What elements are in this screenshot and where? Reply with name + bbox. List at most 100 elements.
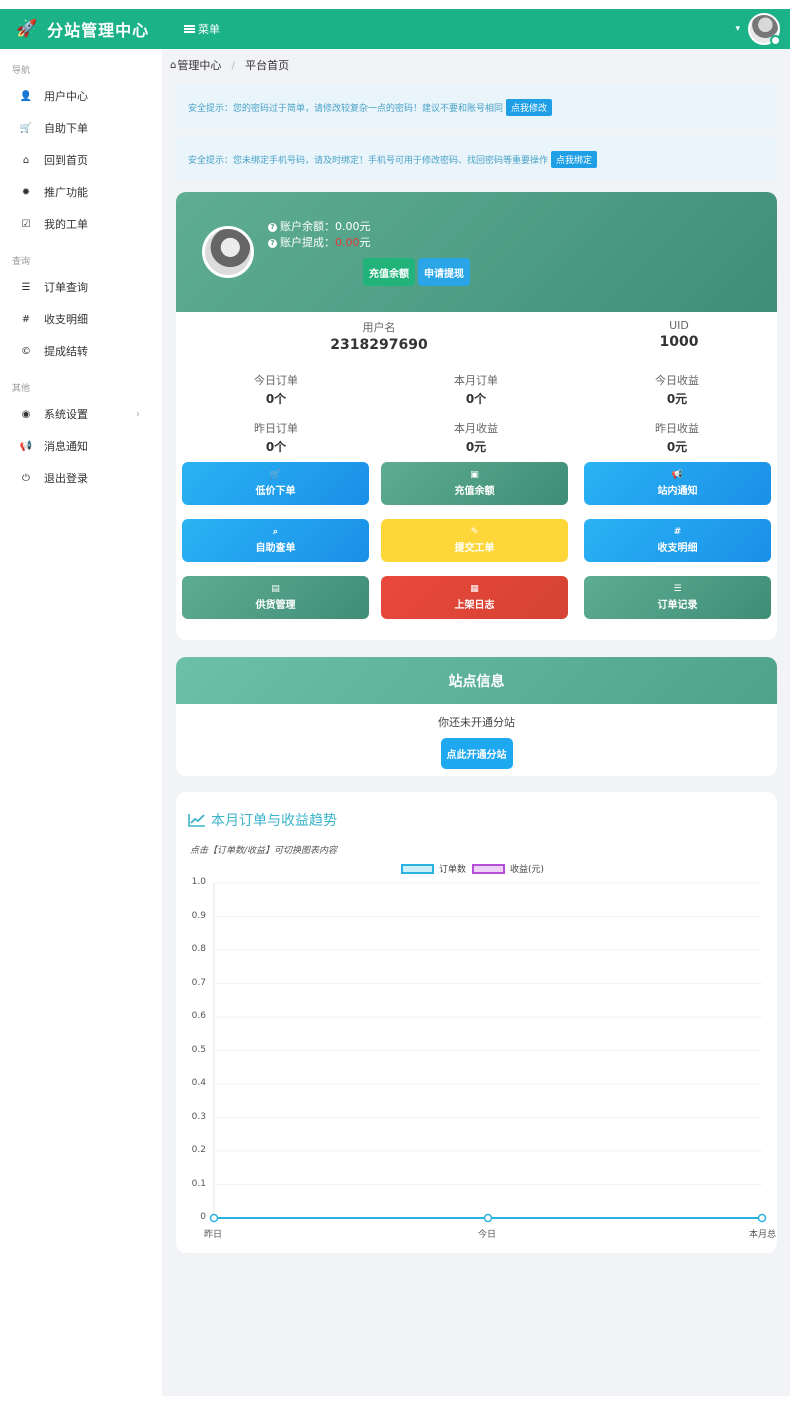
action-button[interactable]: 📢 站内通知 xyxy=(584,462,771,505)
briefcase-icon: ▤ xyxy=(271,584,280,594)
breadcrumb-home[interactable]: 管理中心 xyxy=(177,57,221,73)
sidebar-item-label: 推广功能 xyxy=(44,186,88,199)
sidebar-item-label: 收支明细 xyxy=(44,313,88,326)
stat-label: 今日订单 xyxy=(254,374,298,387)
stat-label: 今日收益 xyxy=(655,374,699,387)
menu-icon xyxy=(184,25,195,33)
uid-label: UID xyxy=(669,319,689,332)
commission-label: 账户提成： xyxy=(280,236,335,249)
sidebar-item[interactable]: © 提成结转 xyxy=(0,335,162,367)
trend-line-chart xyxy=(209,882,767,1223)
stat-value: 0元 xyxy=(465,440,487,454)
status-dot-icon xyxy=(770,35,781,46)
sidebar-item[interactable]: ⏻ 退出登录 xyxy=(0,462,162,494)
hash-icon: # xyxy=(21,313,31,325)
calendar-icon: ▦ xyxy=(470,584,479,594)
uid-stat: UID 1000 xyxy=(619,319,739,350)
sidebar-item-label: 回到首页 xyxy=(44,154,88,167)
brand[interactable]: 🚀 分站管理中心 xyxy=(0,17,162,41)
question-icon: ? xyxy=(268,222,277,232)
action-button[interactable]: ▤ 供货管理 xyxy=(182,576,369,619)
cart-icon: 🛒 xyxy=(19,122,33,134)
question-icon: ? xyxy=(268,238,277,248)
action-button-label: 提交工单 xyxy=(454,543,495,554)
action-button[interactable]: 🛒 低价下单 xyxy=(182,462,369,505)
sidebar-item-label: 自助下单 xyxy=(44,122,88,135)
balance-value: 0.00元 xyxy=(335,220,371,233)
action-button[interactable]: ▦ 上架日志 xyxy=(381,576,568,619)
password-alert: 安全提示：您的密码过于简单，请修改较复杂一点的密码！建议不要和账号相同 点我修改 xyxy=(176,85,776,129)
home-icon: ⌂ xyxy=(22,154,30,166)
sidebar-item[interactable]: ✹ 推广功能 xyxy=(0,176,162,208)
site-info-title: 站点信息 xyxy=(176,657,777,704)
home-icon: ⌂ xyxy=(170,59,177,71)
open-substation-button[interactable]: 点此开通分站 xyxy=(440,738,513,769)
profile-avatar xyxy=(202,226,254,278)
sidebar-section-title: 查询 xyxy=(12,257,31,267)
menu-toggle-button[interactable]: 菜单 xyxy=(184,21,220,37)
action-button[interactable]: ⌕ 自助查单 xyxy=(182,519,369,562)
stat-label: 本月订单 xyxy=(454,374,498,387)
stat-item: 今日收益 0元 xyxy=(617,372,737,407)
x-tick-label: 昨日 xyxy=(204,1230,223,1240)
site-info-body: 你还未开通分站 点此开通分站 xyxy=(176,704,777,769)
stat-item: 昨日订单 0个 xyxy=(216,420,336,455)
sidebar-item-label: 退出登录 xyxy=(44,472,88,485)
action-button-label: 站内通知 xyxy=(657,486,698,497)
account-row: 用户名 2318297690 UID 1000 xyxy=(176,312,777,366)
action-button-label: 充值余额 xyxy=(454,486,495,497)
stat-value: 0个 xyxy=(465,392,487,406)
sidebar-item-label: 我的工单 xyxy=(44,218,88,231)
sidebar-item[interactable]: ⌂ 回到首页 xyxy=(0,144,162,176)
chevron-down-icon: ▾ xyxy=(735,24,740,34)
bind-phone-button[interactable]: 点我绑定 xyxy=(551,150,598,168)
action-button[interactable]: ☰ 订单记录 xyxy=(584,576,771,619)
stat-value: 0个 xyxy=(265,392,287,406)
sidebar-item[interactable]: ◉ 系统设置 › xyxy=(0,398,162,430)
hash-icon: # xyxy=(673,527,682,537)
stat-label: 本月收益 xyxy=(454,422,498,435)
settings-icon: ◉ xyxy=(21,408,31,420)
site-info-message: 你还未开通分站 xyxy=(438,716,515,729)
commission-unit: 元 xyxy=(359,236,371,249)
sidebar-item[interactable]: 🛒 自助下单 xyxy=(0,112,162,144)
stat-label: 昨日收益 xyxy=(655,422,699,435)
avatar[interactable] xyxy=(748,13,781,46)
change-password-button[interactable]: 点我修改 xyxy=(506,98,553,116)
data-point[interactable] xyxy=(483,1213,493,1223)
recharge-button[interactable]: 充值余额 xyxy=(363,258,415,286)
sidebar-item[interactable]: 👤 用户中心 xyxy=(0,80,162,112)
sidebar-item[interactable]: ☰ 订单查询 xyxy=(0,271,162,303)
x-tick-label: 今日 xyxy=(478,1230,497,1240)
cog-icon: ✹ xyxy=(21,186,31,198)
sidebar-item[interactable]: # 收支明细 xyxy=(0,303,162,335)
alert-text: 安全提示：您未绑定手机号码，请及时绑定！手机号可用于修改密码、找回密码等重要操作 xyxy=(188,155,549,166)
sidebar-section-title: 导航 xyxy=(12,66,31,76)
action-button[interactable]: ▣ 充值余额 xyxy=(381,462,568,505)
withdraw-button[interactable]: 申请提现 xyxy=(418,258,470,286)
user-menu[interactable]: ▾ xyxy=(735,13,781,46)
data-point[interactable] xyxy=(209,1213,219,1223)
profile-card: ? 账户余额：0.00元 ? 账户提成：0.00元 充值余额 申请提现 用户名 23… xyxy=(176,192,777,640)
megaphone-icon: 📢 xyxy=(671,470,684,480)
action-button[interactable]: # 收支明细 xyxy=(584,519,771,562)
trend-chart-card: 本月订单与收益趋势 点击【订单数/收益】可切换图表内容 订单数 收益(元) 00… xyxy=(176,792,777,1253)
username-stat: 用户名 2318297690 xyxy=(319,319,439,353)
search-icon: ⌕ xyxy=(272,527,279,537)
sidebar-item-label: 消息通知 xyxy=(44,440,88,453)
power-icon: ⏻ xyxy=(22,472,30,484)
breadcrumb-separator: / xyxy=(231,58,236,72)
action-button[interactable]: ✎ 提交工单 xyxy=(381,519,568,562)
balance-info: ? 账户余额：0.00元 ? 账户提成：0.00元 xyxy=(268,219,371,251)
sidebar: 导航 👤 用户中心 🛒 自助下单 ⌂ 回到首页 ✹ 推广功能 ☑ 我的工单查询 ☰ 订单查询 # 收支明细 ©… xyxy=(0,49,162,1410)
phone-alert: 安全提示：您未绑定手机号码，请及时绑定！手机号可用于修改密码、找回密码等重要操作… xyxy=(176,137,776,181)
sidebar-item[interactable]: 📢 消息通知 xyxy=(0,430,162,462)
stat-item: 本月收益 0元 xyxy=(416,420,536,455)
money-icon: ▣ xyxy=(470,470,479,480)
top-strip xyxy=(0,0,790,9)
uid-value: 1000 xyxy=(659,334,699,350)
stat-value: 0元 xyxy=(666,440,688,454)
username-label: 用户名 xyxy=(362,321,396,334)
data-point[interactable] xyxy=(757,1213,767,1223)
sidebar-item[interactable]: ☑ 我的工单 xyxy=(0,208,162,240)
